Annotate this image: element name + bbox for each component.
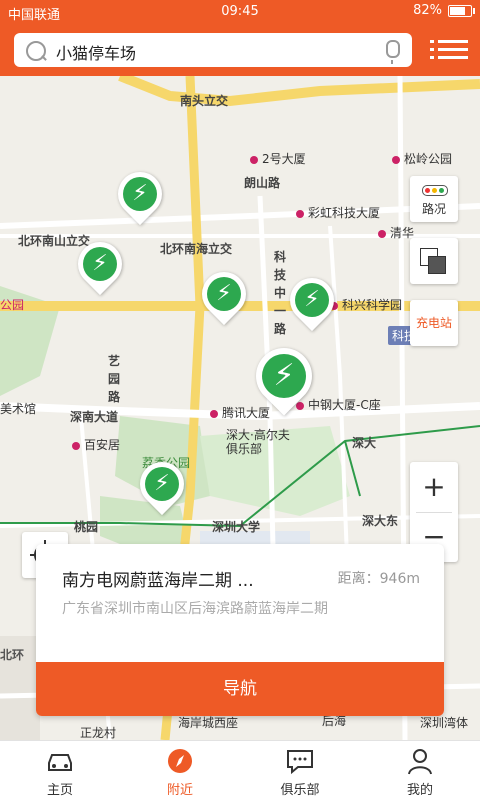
search-input[interactable]: 小猫停车场 [14,33,412,67]
user-icon [408,749,432,775]
map-view[interactable]: 南头立交 北环南山立交 北环南海立交 朗山路 2号大厦 松岭公园 彩虹科技大厦 … [0,76,480,740]
charging-bolt-icon: ⚡ [216,281,232,306]
charging-bolt-icon: ⚡ [132,181,148,206]
map-label: 深圳大学 [212,520,261,534]
charging-station-pin[interactable]: ⚡ [280,268,344,332]
selected-charging-station-pin[interactable]: ⚡ [244,336,324,416]
map-label: 公园 [0,298,25,312]
charging-bolt-icon: ⚡ [154,471,170,496]
top-bar: 小猫停车场 [0,24,480,76]
station-title: 南方电网蔚蓝海岸二期 ... [62,571,254,591]
map-label: 彩虹科技大厦 [296,204,380,221]
map-label: 腾讯大厦 [210,404,270,421]
menu-icon[interactable] [430,38,468,62]
map-label: 正龙村 [80,726,117,740]
map-label: 深大东 [362,514,399,528]
charging-station-pin[interactable]: ⚡ [108,162,172,226]
charging-bolt-icon: ⚡ [273,358,295,393]
map-label: 海岸城西座 [178,716,239,730]
map-label: 美术馆 [0,402,37,416]
charging-station-filter-button[interactable]: 充电站 [410,300,458,346]
traffic-toggle-button[interactable]: 路况 [410,176,458,222]
traffic-label: 路况 [421,202,446,216]
microphone-icon[interactable] [386,40,400,64]
tab-label: 主页 [46,783,73,798]
tab-home[interactable]: 主页 [0,741,120,801]
charging-bolt-icon: ⚡ [92,251,108,276]
map-label: 2号大厦 [250,150,306,167]
tab-label: 我的 [406,783,433,798]
tab-me[interactable]: 我的 [360,741,480,801]
navigate-button[interactable]: 导航 [36,662,444,716]
station-distance: 距离：946m [337,571,420,587]
map-label: 桃园 [74,520,99,534]
map-layers-button[interactable] [410,238,458,284]
chat-icon [287,750,313,775]
charging-bolt-icon: ⚡ [304,287,320,312]
zoom-in-button[interactable]: + [410,462,458,512]
car-icon [48,754,72,771]
map-label: 北环南海立交 [160,242,233,256]
battery-icon [448,4,475,17]
map-label: 百安居 [72,436,120,453]
compass-icon [168,749,192,773]
tab-label: 附近 [166,783,193,798]
station-address: 广东省深圳市南山区后海滨路蔚蓝海岸二期 [62,601,328,617]
tab-label: 俱乐部 [280,783,320,798]
status-time: 09:45 [221,4,259,19]
map-label: 北环 [0,648,25,662]
bottom-tab-bar: 主页 附近 俱乐部 我的 [0,740,480,801]
map-label: 艺园路 [108,354,121,404]
station-info-card[interactable]: 南方电网蔚蓝海岸二期 ... 距离：946m 广东省深圳市南山区后海滨路蔚蓝海岸… [36,544,444,716]
map-label: 深南大道 [70,410,119,424]
charging-station-pin[interactable]: ⚡ [192,262,256,326]
map-label: 朗山路 [244,176,281,190]
tab-nearby[interactable]: 附近 [120,741,240,801]
search-value: 小猫停车场 [56,44,137,63]
status-bar: 中国联通 09:45 82% [0,0,480,24]
map-label: 科技中一路 [274,250,287,336]
search-icon [26,41,46,61]
map-label: 清华 [378,224,414,241]
charging-station-pin[interactable]: ⚡ [130,452,194,516]
tab-club[interactable]: 俱乐部 [240,741,360,801]
map-label: 科兴科学园 [330,296,402,313]
charging-station-pin[interactable]: ⚡ [68,232,132,296]
map-label: 深大 [352,436,377,450]
battery-percent: 82% [413,3,442,18]
traffic-light-icon [422,185,448,196]
map-label: 松岭公园 [392,150,452,167]
map-label: 深大·高尔夫俱乐部 [226,428,290,456]
map-label: 深圳湾体 [420,716,469,730]
map-label: 南头立交 [180,94,229,108]
